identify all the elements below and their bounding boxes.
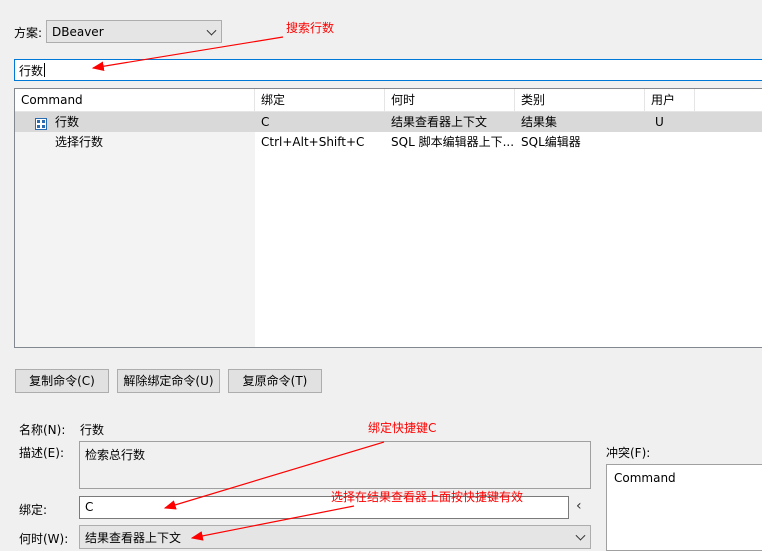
grid-icon bbox=[35, 116, 47, 130]
conflicts-list[interactable]: Command bbox=[606, 464, 762, 551]
chevron-down-icon bbox=[206, 25, 217, 36]
annotation-search: 搜索行数 bbox=[286, 21, 335, 35]
description-label: 描述(E): bbox=[19, 446, 64, 460]
restore-command-button[interactable]: 复原命令(T) bbox=[228, 369, 322, 393]
filter-input[interactable]: 行数 bbox=[14, 59, 762, 81]
when-value: 结果查看器上下文 bbox=[85, 530, 182, 545]
chevron-down-icon bbox=[575, 530, 586, 541]
command-table[interactable]: Command ˄ 绑定 何时 类别 用户 行数 C 结果查看器上下文 结果集 … bbox=[14, 88, 762, 348]
cell-binding: C bbox=[261, 115, 270, 129]
cell-binding: Ctrl+Alt+Shift+C bbox=[261, 135, 365, 149]
filter-text: 行数 bbox=[19, 63, 44, 78]
column-header-user[interactable]: 用户 bbox=[645, 89, 695, 111]
unbind-command-button[interactable]: 解除绑定命令(U) bbox=[117, 369, 220, 393]
sort-up-icon: ˄ bbox=[131, 88, 136, 97]
cell-category: 结果集 bbox=[521, 115, 558, 129]
cell-command: 行数 bbox=[55, 115, 80, 129]
name-value: 行数 bbox=[80, 423, 105, 437]
table-row[interactable]: 选择行数 Ctrl+Alt+Shift+C SQL 脚本编辑器上下... SQL… bbox=[15, 132, 762, 152]
annotation-bind: 绑定快捷键C bbox=[368, 421, 437, 435]
scheme-label: 方案: bbox=[14, 26, 43, 40]
scheme-value: DBeaver bbox=[52, 24, 104, 39]
name-label: 名称(N): bbox=[19, 423, 66, 437]
binding-value: C bbox=[85, 500, 94, 514]
column-header-binding[interactable]: 绑定 bbox=[255, 89, 385, 111]
table-header: Command ˄ 绑定 何时 类别 用户 bbox=[15, 89, 762, 112]
description-field: 检索总行数 bbox=[79, 441, 591, 489]
cell-user: U bbox=[655, 115, 664, 129]
when-label: 何时(W): bbox=[19, 532, 69, 546]
text-caret bbox=[44, 63, 46, 77]
table-row[interactable]: 行数 C 结果查看器上下文 结果集 U bbox=[15, 112, 762, 132]
conflicts-label: 冲突(F): bbox=[606, 446, 651, 460]
chevron-left-icon[interactable]: ‹ bbox=[576, 498, 582, 514]
copy-command-button[interactable]: 复制命令(C) bbox=[15, 369, 109, 393]
when-select[interactable]: 结果查看器上下文 bbox=[79, 525, 591, 549]
cell-category: SQL编辑器 bbox=[521, 135, 581, 149]
column-header-category[interactable]: 类别 bbox=[515, 89, 645, 111]
column-header-when[interactable]: 何时 bbox=[385, 89, 515, 111]
annotation-context: 选择在结果查看器上面按快捷键有效 bbox=[331, 490, 524, 504]
conflicts-header: Command bbox=[614, 471, 676, 485]
cell-when: SQL 脚本编辑器上下... bbox=[391, 135, 515, 149]
cell-command: 选择行数 bbox=[55, 135, 104, 149]
description-value: 检索总行数 bbox=[85, 448, 146, 462]
cell-when: 结果查看器上下文 bbox=[391, 115, 488, 129]
scheme-select[interactable]: DBeaver bbox=[46, 20, 222, 43]
binding-label: 绑定: bbox=[19, 503, 48, 517]
